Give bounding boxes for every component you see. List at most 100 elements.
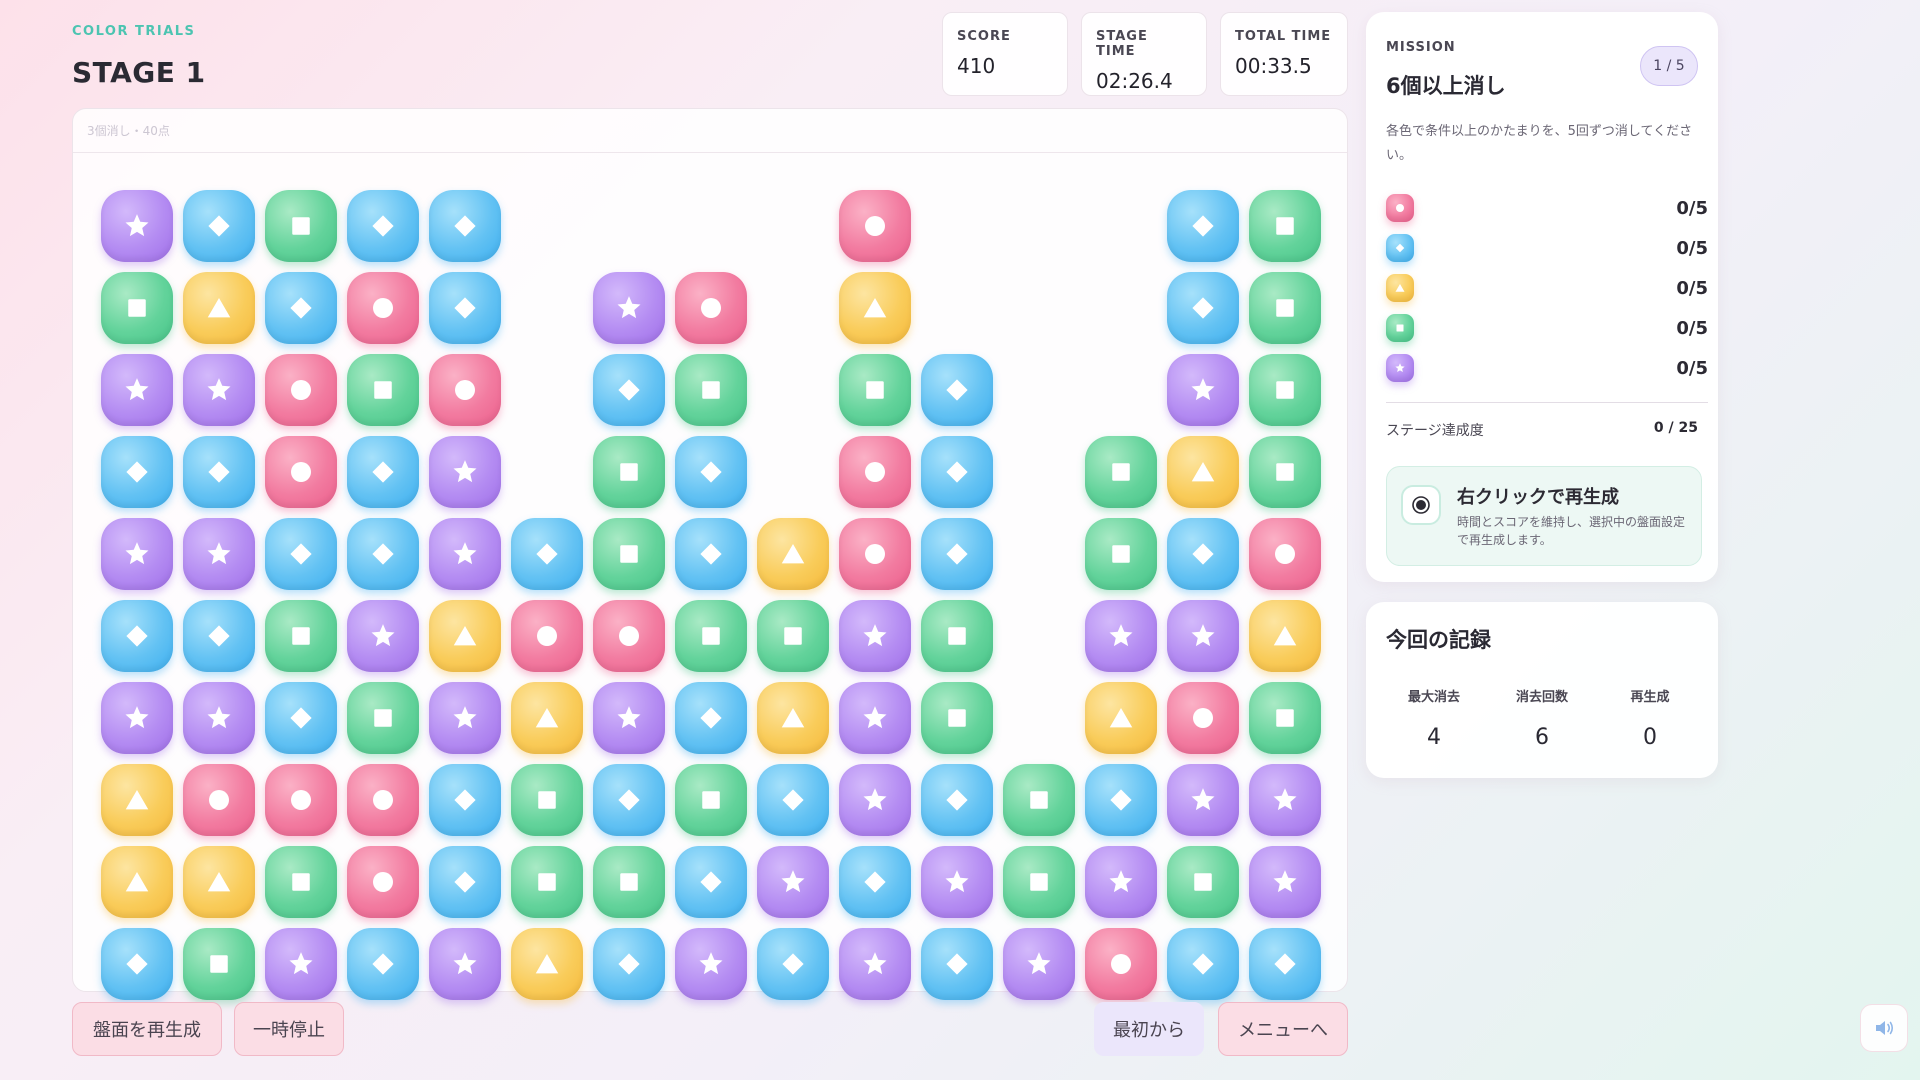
tile-blue[interactable] — [757, 928, 829, 1000]
restart-button[interactable]: 最初から — [1094, 1002, 1204, 1056]
tile-purple[interactable] — [429, 518, 501, 590]
tile-green[interactable] — [1249, 354, 1321, 426]
tile-yellow[interactable] — [757, 518, 829, 590]
tile-green[interactable] — [265, 600, 337, 672]
tile-blue[interactable] — [101, 436, 173, 508]
tile-blue[interactable] — [593, 764, 665, 836]
tile-purple[interactable] — [183, 682, 255, 754]
tile-green[interactable] — [1085, 518, 1157, 590]
tile-blue[interactable] — [429, 764, 501, 836]
tile-blue[interactable] — [675, 846, 747, 918]
tile-pink[interactable] — [429, 354, 501, 426]
tile-pink[interactable] — [265, 764, 337, 836]
tile-purple[interactable] — [183, 354, 255, 426]
tile-green[interactable] — [265, 190, 337, 262]
pause-button[interactable]: 一時停止 — [234, 1002, 344, 1056]
tile-blue[interactable] — [429, 190, 501, 262]
tile-purple[interactable] — [429, 682, 501, 754]
regenerate-board-button[interactable]: 盤面を再生成 — [72, 1002, 222, 1056]
tile-blue[interactable] — [921, 518, 993, 590]
tile-pink[interactable] — [839, 190, 911, 262]
tile-purple[interactable] — [1167, 600, 1239, 672]
tile-purple[interactable] — [429, 928, 501, 1000]
tile-yellow[interactable] — [839, 272, 911, 344]
tile-purple[interactable] — [593, 272, 665, 344]
tile-pink[interactable] — [839, 518, 911, 590]
tile-blue[interactable] — [921, 764, 993, 836]
tile-blue[interactable] — [1167, 190, 1239, 262]
tile-purple[interactable] — [1249, 846, 1321, 918]
tile-blue[interactable] — [593, 354, 665, 426]
tile-green[interactable] — [921, 682, 993, 754]
tile-green[interactable] — [347, 354, 419, 426]
tile-yellow[interactable] — [511, 928, 583, 1000]
tile-purple[interactable] — [347, 600, 419, 672]
tile-green[interactable] — [675, 354, 747, 426]
sound-toggle-button[interactable] — [1860, 1004, 1908, 1052]
tile-purple[interactable] — [101, 190, 173, 262]
tile-pink[interactable] — [183, 764, 255, 836]
tile-yellow[interactable] — [183, 846, 255, 918]
tile-green[interactable] — [593, 518, 665, 590]
tile-green[interactable] — [921, 600, 993, 672]
tile-purple[interactable] — [265, 928, 337, 1000]
tile-pink[interactable] — [839, 436, 911, 508]
tile-green[interactable] — [183, 928, 255, 1000]
tile-purple[interactable] — [101, 518, 173, 590]
tile-pink[interactable] — [1167, 682, 1239, 754]
tile-pink[interactable] — [675, 272, 747, 344]
tile-blue[interactable] — [429, 846, 501, 918]
tile-purple[interactable] — [183, 518, 255, 590]
tile-pink[interactable] — [1085, 928, 1157, 1000]
tile-green[interactable] — [1003, 846, 1075, 918]
tile-green[interactable] — [101, 272, 173, 344]
tile-green[interactable] — [1167, 846, 1239, 918]
tile-yellow[interactable] — [1167, 436, 1239, 508]
tile-purple[interactable] — [839, 600, 911, 672]
tile-blue[interactable] — [1249, 928, 1321, 1000]
tile-pink[interactable] — [347, 272, 419, 344]
tile-green[interactable] — [347, 682, 419, 754]
tile-pink[interactable] — [265, 354, 337, 426]
tile-blue[interactable] — [1167, 928, 1239, 1000]
tile-pink[interactable] — [347, 764, 419, 836]
tile-blue[interactable] — [921, 928, 993, 1000]
tile-purple[interactable] — [839, 928, 911, 1000]
tile-purple[interactable] — [101, 682, 173, 754]
tile-yellow[interactable] — [1249, 600, 1321, 672]
tile-purple[interactable] — [921, 846, 993, 918]
tile-blue[interactable] — [593, 928, 665, 1000]
tile-blue[interactable] — [429, 272, 501, 344]
game-board[interactable]: 3個消し・40点 — [72, 108, 1348, 1000]
tile-blue[interactable] — [101, 928, 173, 1000]
tile-purple[interactable] — [757, 846, 829, 918]
tile-green[interactable] — [1249, 682, 1321, 754]
tile-yellow[interactable] — [429, 600, 501, 672]
tile-green[interactable] — [1003, 764, 1075, 836]
tile-green[interactable] — [675, 600, 747, 672]
tile-blue[interactable] — [1085, 764, 1157, 836]
tile-green[interactable] — [265, 846, 337, 918]
tile-pink[interactable] — [593, 600, 665, 672]
tile-blue[interactable] — [675, 518, 747, 590]
tile-blue[interactable] — [1167, 518, 1239, 590]
tile-purple[interactable] — [1249, 764, 1321, 836]
tile-purple[interactable] — [101, 354, 173, 426]
tile-blue[interactable] — [675, 436, 747, 508]
tile-blue[interactable] — [101, 600, 173, 672]
tile-yellow[interactable] — [1085, 682, 1157, 754]
tile-blue[interactable] — [921, 354, 993, 426]
tile-purple[interactable] — [1003, 928, 1075, 1000]
tile-blue[interactable] — [511, 518, 583, 590]
tile-purple[interactable] — [1167, 354, 1239, 426]
tile-purple[interactable] — [675, 928, 747, 1000]
tile-yellow[interactable] — [101, 764, 173, 836]
tile-blue[interactable] — [183, 190, 255, 262]
tile-pink[interactable] — [1249, 518, 1321, 590]
tile-purple[interactable] — [1085, 600, 1157, 672]
tile-yellow[interactable] — [101, 846, 173, 918]
menu-button[interactable]: メニューへ — [1218, 1002, 1348, 1056]
tile-pink[interactable] — [511, 600, 583, 672]
tile-blue[interactable] — [265, 272, 337, 344]
tile-blue[interactable] — [347, 928, 419, 1000]
